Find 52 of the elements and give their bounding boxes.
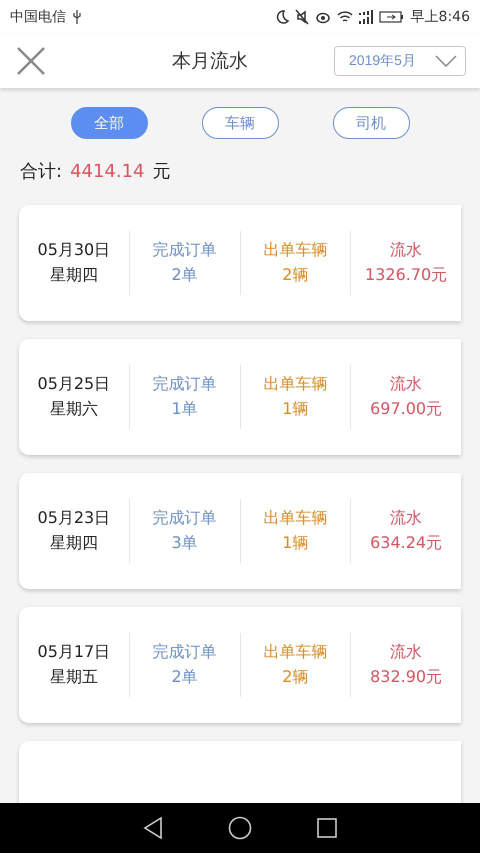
mute-icon (294, 9, 309, 25)
revenue-label: 流水 (390, 642, 422, 663)
record-card[interactable]: 05月25日 星期六 完成订单 1单 出单车辆 1辆 流水 697.00元 (19, 339, 461, 455)
currency-unit: 元 (152, 160, 171, 183)
usb-icon (72, 9, 82, 25)
vehicles-label: 出单车辆 (263, 240, 328, 261)
revenue-label: 流水 (390, 240, 422, 261)
revenue-label: 流水 (390, 508, 422, 529)
date-text: 05月30日 (38, 240, 110, 261)
record-card[interactable]: 05月17日 星期五 完成订单 2单 出单车辆 2辆 流水 832.90元 (19, 607, 461, 723)
revenue-amount: 697.00元 (370, 399, 442, 420)
record-card[interactable]: 05月30日 星期四 完成订单 2单 出单车辆 2辆 流水 1326.70元 (19, 205, 461, 321)
orders-count: 2单 (172, 667, 198, 688)
recents-icon[interactable] (317, 818, 338, 838)
weekday-text: 星期五 (50, 667, 98, 688)
back-icon[interactable] (142, 817, 163, 839)
carrier-text: 中国电信 (10, 8, 66, 26)
date-text: 05月23日 (38, 508, 110, 529)
date-text: 05月17日 (38, 642, 110, 663)
orders-count: 1单 (172, 399, 198, 420)
weekday-text: 星期六 (50, 399, 98, 420)
vehicles-label: 出单车辆 (263, 642, 328, 663)
vehicles-count: 2辆 (282, 667, 308, 688)
vehicles-label: 出单车辆 (263, 508, 328, 529)
weekday-text: 星期四 (50, 533, 98, 554)
vehicles-count: 1辆 (282, 533, 308, 554)
orders-count: 3单 (172, 533, 198, 554)
orders-count: 2单 (172, 265, 198, 286)
orders-label: 完成订单 (152, 642, 217, 663)
vehicles-label: 出单车辆 (263, 374, 328, 395)
revenue-amount: 832.90元 (370, 667, 442, 688)
clock-text: 早上8:46 (410, 8, 470, 26)
weekday-text: 星期四 (50, 265, 98, 286)
close-icon[interactable] (16, 46, 46, 76)
page-title: 本月流水 (171, 49, 249, 74)
battery-icon (378, 9, 405, 25)
chevron-icon (435, 55, 457, 67)
moon-icon (274, 9, 289, 25)
total-label: 合计: (20, 160, 62, 183)
vehicles-count: 1辆 (282, 399, 308, 420)
orders-label: 完成订单 (152, 508, 217, 529)
revenue-amount: 634.24元 (370, 533, 442, 554)
revenue-amount: 1326.70元 (365, 265, 448, 286)
orders-label: 完成订单 (152, 374, 217, 395)
home-icon[interactable] (228, 816, 252, 840)
total-amount: 4414.14 (70, 161, 145, 182)
date-text: 05月25日 (38, 374, 110, 395)
orders-label: 完成订单 (152, 240, 217, 261)
revenue-label: 流水 (390, 374, 422, 395)
vehicles-count: 2辆 (282, 265, 308, 286)
record-card[interactable]: 05月23日 星期四 完成订单 3单 出单车辆 1辆 流水 634.24元 (19, 473, 461, 589)
signal-icon (358, 9, 373, 25)
